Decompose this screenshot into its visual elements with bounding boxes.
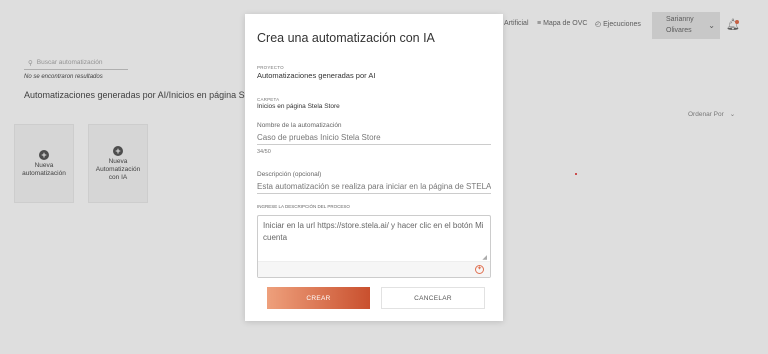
process-label: INGRESE LA DESCRIPCIÓN DEL PROCESO <box>257 204 350 209</box>
cancel-button[interactable]: CANCELAR <box>381 287 485 309</box>
create-button[interactable]: CREAR <box>267 287 370 309</box>
project-label: PROYECTO <box>257 65 284 70</box>
folder-value: Inicios en página Stela Store <box>257 103 340 110</box>
folder-label: CARPETA <box>257 97 280 102</box>
modal-title: Crea una automatización con IA <box>257 31 435 45</box>
resize-handle-icon[interactable]: ◢ <box>482 254 487 261</box>
name-char-counter: 34/50 <box>257 149 271 155</box>
ai-assist-icon[interactable]: ✦ <box>475 265 484 274</box>
process-description-box: Iniciar en la url https://store.stela.ai… <box>257 215 491 278</box>
name-label: Nombre de la automatización <box>257 122 342 129</box>
automation-name-input[interactable] <box>257 131 491 145</box>
textarea-toolbar: ✦ <box>258 261 490 277</box>
create-ai-automation-modal: Crea una automatización con IA PROYECTO … <box>245 14 503 321</box>
description-input[interactable] <box>257 180 491 194</box>
description-label: Descripción (opcional) <box>257 171 322 178</box>
project-value: Automatizaciones generadas por AI <box>257 71 376 80</box>
process-description-textarea[interactable]: Iniciar en la url https://store.stela.ai… <box>258 216 490 260</box>
